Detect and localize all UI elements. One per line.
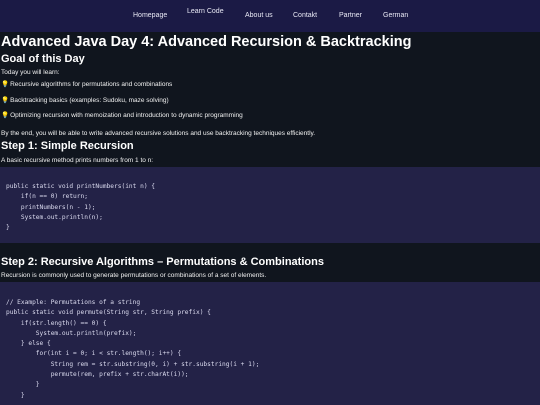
nav-link-contakt[interactable]: Contakt [293,12,317,19]
lightbulb-icon: 💡 [1,112,10,119]
goal-heading: Goal of this Day [1,53,85,65]
step2-heading: Step 2: Recursive Algorithms – Permutati… [1,256,324,268]
step1-description: A basic recursive method prints numbers … [1,157,154,164]
main-content: Advanced Java Day 4: Advanced Recursion … [0,32,540,405]
code-step2: // Example: Permutations of a string pub… [6,299,260,399]
nav-link-german[interactable]: German [383,12,408,19]
nav-link-learn-code[interactable]: Learn Code [187,8,224,15]
code-block-step1: public static void printNumbers(int n) {… [0,167,540,243]
step2-description: Recursion is commonly used to generate p… [1,272,267,279]
nav-link-homepage[interactable]: Homepage [133,12,167,19]
page-title: Advanced Java Day 4: Advanced Recursion … [1,34,412,50]
goal-list-item: 💡Backtracking basics (examples: Sudoku, … [1,96,169,104]
lightbulb-icon: 💡 [1,81,10,88]
goal-item-text: Backtracking basics (examples: Sudoku, m… [10,97,169,104]
nav-link-partner[interactable]: Partner [339,12,362,19]
top-navigation: Homepage Learn Code About us Contakt Par… [0,0,540,32]
goal-list-item: 💡Optimizing recursion with memoization a… [1,111,243,119]
goal-item-text: Recursive algorithms for permutations an… [10,81,173,88]
code-block-step2: // Example: Permutations of a string pub… [0,282,540,405]
goal-outro: By the end, you will be able to write ad… [1,130,316,137]
nav-link-about-us[interactable]: About us [245,12,273,19]
goal-item-text: Optimizing recursion with memoization an… [10,112,243,119]
step1-heading: Step 1: Simple Recursion [1,140,134,152]
lightbulb-icon: 💡 [1,97,10,104]
code-step1: public static void printNumbers(int n) {… [6,183,156,232]
goal-list-item: 💡Recursive algorithms for permutations a… [1,80,172,88]
goal-intro: Today you will learn: [1,69,60,76]
